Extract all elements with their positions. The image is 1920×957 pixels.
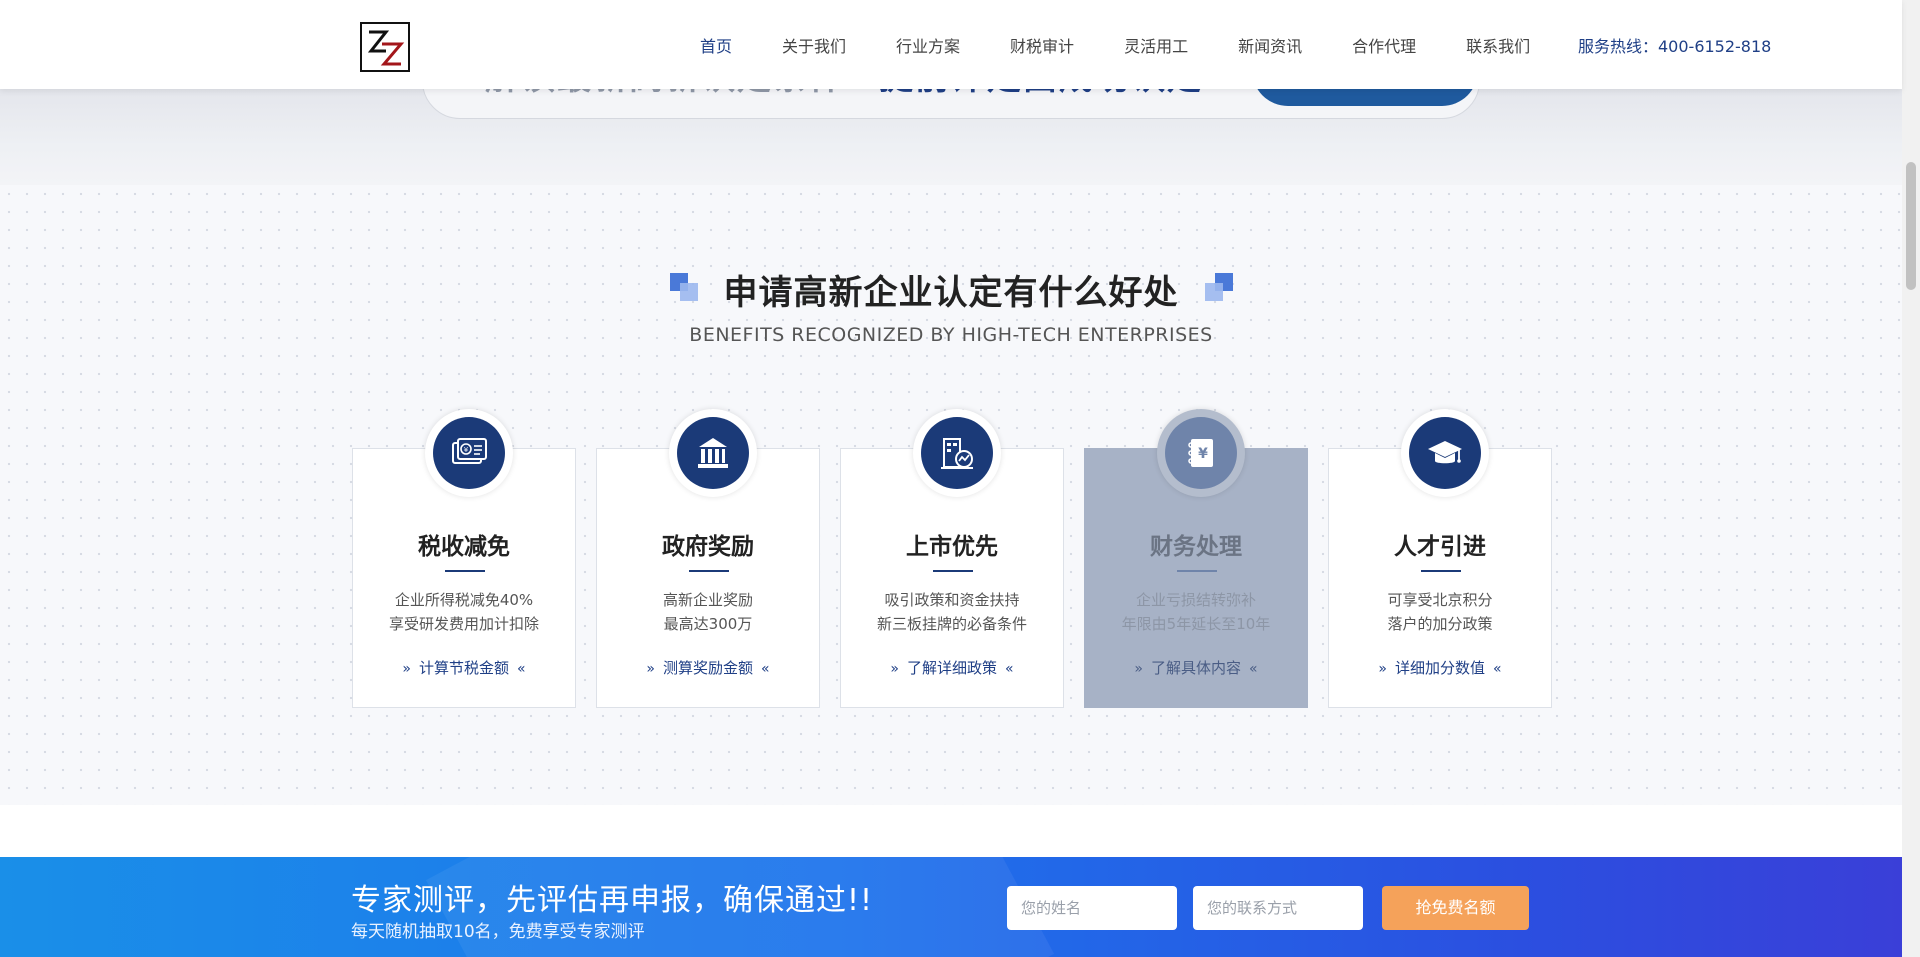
- site-header: 首页 关于我们 行业方案 财税审计 灵活用工 新闻资讯 合作代理 联系我们 服务…: [0, 0, 1902, 89]
- nav-news[interactable]: 新闻资讯: [1238, 33, 1302, 57]
- section-subtitle: BENEFITS RECOGNIZED BY HIGH-TECH ENTERPR…: [689, 324, 1213, 346]
- main-nav: 首页 关于我们 行业方案 财税审计 灵活用工 新闻资讯 合作代理 联系我们: [700, 0, 1580, 89]
- zz-logo-icon: [367, 30, 405, 66]
- card-desc-line1: 企业所得税减免40%: [394, 591, 534, 609]
- card-divider: [1177, 570, 1217, 572]
- card-desc-line1: 企业亏损结转弥补: [1135, 591, 1256, 609]
- page-scrollbar[interactable]: [1902, 0, 1920, 957]
- banner-title: 专家测评，先评估再申报，确保通过!!: [351, 883, 874, 918]
- double-chevron-right-icon: »: [402, 661, 411, 677]
- card-desc-line1: 吸引政策和资金扶持: [884, 591, 1020, 609]
- card-description: 企业所得税减免40% 享受研发费用加计扣除: [353, 588, 575, 636]
- card-title: 人才引进: [1394, 534, 1486, 560]
- title-deco-right-icon: [1203, 273, 1233, 303]
- card-title: 财务处理: [1150, 534, 1242, 560]
- card-desc-line2: 落户的加分政策: [1387, 615, 1493, 633]
- card-title: 上市优先: [906, 534, 998, 560]
- name-input[interactable]: [1007, 886, 1177, 930]
- phone-input[interactable]: [1193, 886, 1363, 930]
- nav-home[interactable]: 首页: [700, 33, 732, 57]
- graduation-cap-icon: [1409, 417, 1481, 489]
- card-icon-ring: [1401, 409, 1489, 497]
- card-link-text: 了解详细政策: [906, 659, 997, 677]
- card-link[interactable]: » 计算节税金额 «: [353, 657, 575, 678]
- benefit-card-talent[interactable]: 人才引进 可享受北京积分 落户的加分政策 » 详细加分数值 «: [1328, 409, 1552, 708]
- evaluation-banner: 专家测评，先评估再申报，确保通过!! 每天随机抽取10名，免费享受专家测评 抢免…: [0, 857, 1902, 957]
- hero-evaluate-button[interactable]: 立即测评: [1252, 89, 1478, 106]
- nav-solutions[interactable]: 行业方案: [896, 33, 960, 57]
- double-chevron-left-icon: «: [1249, 661, 1258, 677]
- hero-text-left: 解读最新高新认定条件: [485, 89, 845, 99]
- card-description: 可享受北京积分 落户的加分政策: [1329, 588, 1551, 636]
- benefit-card-tax[interactable]: ¥ 税收减免 企业所得税减免40% 享受研发费用加计扣除 » 计算节税金额 «: [352, 409, 576, 708]
- card-desc-line2: 年限由5年延长至10年: [1121, 615, 1271, 633]
- card-link[interactable]: » 了解具体内容 «: [1085, 657, 1307, 678]
- section-title-wrap: 申请高新企业认定有什么好处: [0, 265, 1902, 314]
- card-link[interactable]: » 测算奖励金额 «: [597, 657, 819, 678]
- svg-text:¥: ¥: [1198, 446, 1208, 462]
- card-description: 高新企业奖励 最高达300万: [597, 588, 819, 636]
- card-link[interactable]: » 详细加分数值 «: [1329, 657, 1551, 678]
- card-title: 政府奖励: [662, 534, 754, 560]
- card-desc-line2: 享受研发费用加计扣除: [388, 615, 539, 633]
- card-divider: [445, 570, 485, 572]
- hero-promo-bar: 解读最新高新认定条件 提前评定面成功认定! 立即测评: [422, 89, 1480, 119]
- nav-tax-audit[interactable]: 财税审计: [1010, 33, 1074, 57]
- card-link[interactable]: » 了解详细政策 «: [841, 657, 1063, 678]
- benefit-cards: ¥ 税收减免 企业所得税减免40% 享受研发费用加计扣除 » 计算节税金额 «: [352, 408, 1552, 708]
- card-divider: [1421, 570, 1461, 572]
- svg-text:¥: ¥: [464, 446, 469, 454]
- listing-chart-icon: [921, 417, 993, 489]
- card-desc-line2: 最高达300万: [663, 615, 753, 633]
- section-title-text: 申请高新企业认定有什么好处: [723, 273, 1179, 313]
- card-divider: [933, 570, 973, 572]
- card-link-text: 测算奖励金额: [662, 659, 753, 677]
- title-deco-left-icon: [669, 273, 700, 303]
- scrollbar-thumb[interactable]: [1906, 162, 1916, 290]
- double-chevron-right-icon: »: [646, 661, 655, 677]
- section-spacer: [0, 805, 1902, 857]
- card-icon-ring: ¥: [425, 409, 513, 497]
- benefit-card-finance[interactable]: ¥ 财务处理 企业亏损结转弥补 年限由5年延长至10年 » 了解具体内容 «: [1084, 409, 1308, 708]
- card-icon-ring: [669, 409, 757, 497]
- claim-free-slot-button[interactable]: 抢免费名额: [1382, 886, 1529, 930]
- card-desc-line1: 可享受北京积分: [1387, 591, 1493, 609]
- finance-notebook-icon: ¥: [1165, 417, 1237, 489]
- service-hotline: 服务热线：400-6152-818: [1578, 36, 1772, 56]
- nav-flexible-employment[interactable]: 灵活用工: [1124, 33, 1188, 57]
- section-title: 申请高新企业认定有什么好处: [669, 265, 1233, 314]
- hero-section: 解读最新高新认定条件 提前评定面成功认定! 立即测评: [0, 89, 1902, 185]
- tax-card-icon: ¥: [433, 417, 505, 489]
- nav-partner[interactable]: 合作代理: [1352, 33, 1416, 57]
- nav-about[interactable]: 关于我们: [782, 33, 846, 57]
- card-link-text: 详细加分数值: [1394, 659, 1485, 677]
- double-chevron-right-icon: »: [1378, 661, 1387, 677]
- double-chevron-right-icon: »: [890, 661, 899, 677]
- bank-icon: [677, 417, 749, 489]
- card-description: 吸引政策和资金扶持 新三板挂牌的必备条件: [841, 588, 1063, 636]
- site-logo[interactable]: [360, 22, 410, 72]
- card-link-text: 了解具体内容: [1150, 659, 1241, 677]
- benefits-section: 申请高新企业认定有什么好处 BENEFITS RECOGNIZED BY HIG…: [0, 185, 1902, 805]
- double-chevron-left-icon: «: [761, 661, 770, 677]
- card-description: 企业亏损结转弥补 年限由5年延长至10年: [1085, 588, 1307, 636]
- nav-contact[interactable]: 联系我们: [1466, 33, 1530, 57]
- banner-subtitle: 每天随机抽取10名，免费享受专家测评: [351, 922, 645, 942]
- benefit-card-listing[interactable]: 上市优先 吸引政策和资金扶持 新三板挂牌的必备条件 » 了解详细政策 «: [840, 409, 1064, 708]
- card-desc-line2: 新三板挂牌的必备条件: [876, 615, 1027, 633]
- hero-text-right: 提前评定面成功认定!: [879, 89, 1221, 99]
- card-icon-ring: [913, 409, 1001, 497]
- card-icon-ring: ¥: [1157, 409, 1245, 497]
- double-chevron-left-icon: «: [517, 661, 526, 677]
- double-chevron-right-icon: »: [1134, 661, 1143, 677]
- benefit-card-reward[interactable]: 政府奖励 高新企业奖励 最高达300万 » 测算奖励金额 «: [596, 409, 820, 708]
- double-chevron-left-icon: «: [1005, 661, 1014, 677]
- card-link-text: 计算节税金额: [418, 659, 509, 677]
- card-desc-line1: 高新企业奖励: [662, 591, 753, 609]
- card-divider: [689, 570, 729, 572]
- card-title: 税收减免: [418, 534, 510, 560]
- double-chevron-left-icon: «: [1493, 661, 1502, 677]
